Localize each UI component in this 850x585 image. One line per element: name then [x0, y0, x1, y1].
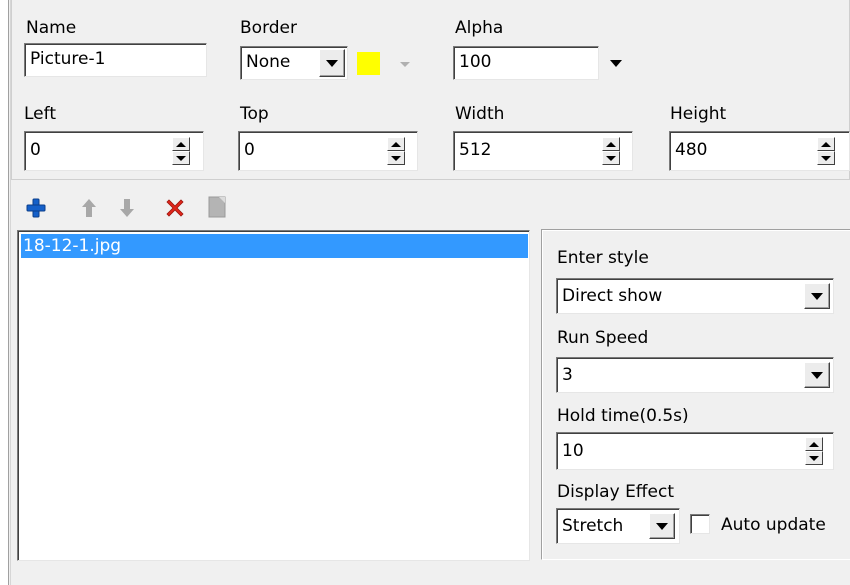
spin-up-button[interactable] [817, 137, 835, 151]
border-dropdown-button[interactable] [319, 49, 345, 77]
spin-up-button[interactable] [805, 437, 823, 451]
spin-down-button[interactable] [172, 151, 190, 165]
width-label: Width [455, 104, 505, 124]
spin-down-button[interactable] [805, 451, 823, 465]
spin-down-icon [176, 155, 186, 161]
run-speed-select[interactable]: 3 [556, 357, 834, 393]
display-effect-label: Display Effect [557, 482, 674, 502]
list-item[interactable]: 18-12-1.jpg [21, 234, 528, 258]
left-window-edge [0, 0, 9, 585]
top-spinner-buttons[interactable] [387, 137, 405, 165]
spin-down-icon [809, 455, 819, 461]
hold-time-spinner-input[interactable]: 10 [556, 432, 834, 470]
auto-update-checkbox[interactable] [690, 514, 710, 534]
left-label: Left [24, 104, 56, 124]
spin-up-icon [606, 141, 616, 147]
delete-icon[interactable] [163, 196, 187, 220]
chevron-down-icon [811, 371, 823, 379]
border-color-swatch[interactable] [357, 52, 380, 75]
spin-down-button[interactable] [602, 151, 620, 165]
display-effect-dropdown-button[interactable] [649, 513, 675, 539]
left-spinner-buttons[interactable] [172, 137, 190, 165]
run-speed-label: Run Speed [557, 328, 649, 348]
spin-up-button[interactable] [602, 137, 620, 151]
spin-down-button[interactable] [817, 151, 835, 165]
run-speed-dropdown-button[interactable] [804, 362, 830, 388]
alpha-input[interactable]: 100 [453, 46, 599, 80]
spin-up-button[interactable] [387, 137, 405, 151]
height-label: Height [670, 104, 727, 124]
color-dropdown-arrow-icon[interactable] [400, 62, 410, 67]
spin-down-icon [606, 155, 616, 161]
width-spinner-buttons[interactable] [602, 137, 620, 165]
add-icon[interactable] [24, 196, 48, 220]
border-label: Border [240, 18, 297, 38]
chevron-down-icon [811, 292, 823, 300]
enter-style-label: Enter style [557, 248, 649, 268]
border-select-value: None [246, 52, 291, 72]
spin-up-button[interactable] [172, 137, 190, 151]
spin-up-icon [821, 141, 831, 147]
spin-down-icon [821, 155, 831, 161]
name-input[interactable]: Picture-1 [24, 43, 207, 77]
spin-down-icon [391, 155, 401, 161]
properties-icon[interactable] [205, 195, 229, 219]
alpha-label: Alpha [455, 18, 504, 38]
auto-update-label[interactable]: Auto update [721, 515, 826, 535]
spin-down-button[interactable] [387, 151, 405, 165]
name-label: Name [26, 18, 77, 38]
enter-style-dropdown-button[interactable] [804, 283, 830, 309]
hold-time-spinner-buttons[interactable] [805, 437, 823, 465]
height-spinner-buttons[interactable] [817, 137, 835, 165]
move-down-icon[interactable] [115, 196, 139, 220]
top-label: Top [240, 104, 269, 124]
spin-up-icon [809, 441, 819, 447]
hold-time-label: Hold time(0.5s) [557, 406, 689, 426]
spin-up-icon [176, 141, 186, 147]
alpha-dropdown-arrow-icon[interactable] [610, 60, 622, 67]
enter-style-select[interactable]: Direct show [556, 278, 834, 314]
chevron-down-icon [656, 522, 668, 530]
spin-up-icon [391, 141, 401, 147]
move-up-icon[interactable] [77, 196, 101, 220]
chevron-down-icon [326, 59, 338, 67]
file-list[interactable]: 18-12-1.jpg [17, 230, 530, 561]
